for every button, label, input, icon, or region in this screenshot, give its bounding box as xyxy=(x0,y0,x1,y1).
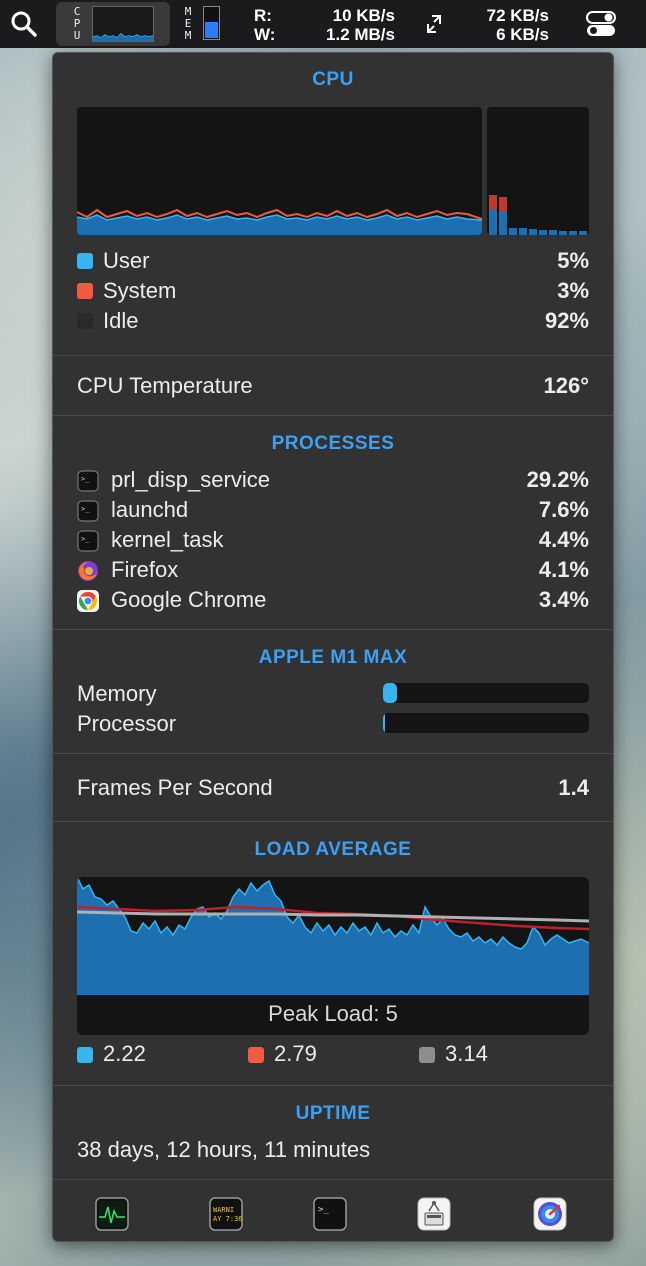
process-value: 4.1% xyxy=(538,557,589,582)
user-swatch xyxy=(77,253,93,269)
gpu-processor-bar xyxy=(383,713,589,733)
process-value: 4.4% xyxy=(538,527,589,552)
process-name[interactable]: Firefox xyxy=(111,557,178,583)
cpu-system-value: 3% xyxy=(557,278,589,303)
fps-value: 1.4 xyxy=(558,775,589,800)
cpu-idle-value: 92% xyxy=(544,308,589,333)
cpu-mini-graph xyxy=(92,6,154,42)
cpu-temperature-value: 126° xyxy=(543,373,589,398)
load-5min-swatch xyxy=(248,1047,264,1063)
terminal-icon: >_ xyxy=(77,500,99,522)
gpu-processor-fill xyxy=(383,713,386,733)
svg-text:>_: >_ xyxy=(81,505,90,513)
terminal-icon[interactable]: >_ xyxy=(313,1197,347,1231)
load-15min-swatch xyxy=(419,1047,435,1063)
uptime-value: 38 days, 12 hours, 11 minutes xyxy=(77,1137,371,1162)
load-1min-value: 2.22 xyxy=(103,1041,146,1066)
memory-fill xyxy=(205,22,218,38)
divider xyxy=(53,629,613,630)
gpu-processor-label: Processor xyxy=(77,711,177,736)
activity-monitor-icon[interactable] xyxy=(95,1197,129,1231)
gpu-memory-fill xyxy=(383,683,398,703)
idle-swatch xyxy=(77,313,93,329)
load-average-graph: Peak Load: 5 xyxy=(77,877,589,1035)
network-arrows-icon[interactable] xyxy=(426,14,442,34)
divider xyxy=(53,355,613,356)
control-center-icon[interactable] xyxy=(586,10,616,38)
cpu-user-label: User xyxy=(103,248,150,273)
cpu-user-value: 5% xyxy=(557,248,589,273)
divider xyxy=(53,753,613,754)
disk-utility-icon[interactable] xyxy=(533,1197,567,1231)
cpu-history-graph xyxy=(77,107,482,235)
uptime-section-title: UPTIME xyxy=(295,1103,371,1124)
istat-panel: CPU User 5% System 3% Idle 92% CPU Tempe… xyxy=(52,52,614,1242)
memory-menu-item[interactable] xyxy=(203,6,220,40)
disk-read-label: R: xyxy=(254,6,272,25)
svg-text:>_: >_ xyxy=(81,475,90,483)
process-name[interactable]: launchd xyxy=(111,497,188,523)
load-section-title: LOAD AVERAGE xyxy=(254,839,412,860)
cpu-vertical-label: CPU xyxy=(73,5,81,42)
divider xyxy=(53,1085,613,1086)
svg-text:>_: >_ xyxy=(81,535,90,543)
load-1min-swatch xyxy=(77,1047,93,1063)
gpu-section-title: APPLE M1 MAX xyxy=(258,647,408,668)
svg-text:WARNI: WARNI xyxy=(213,1206,234,1214)
divider xyxy=(53,821,613,822)
peak-load-label: Peak Load: 5 xyxy=(268,1001,398,1026)
process-name[interactable]: prl_disp_service xyxy=(111,467,270,493)
net-in-value: 72 KB/s xyxy=(486,6,549,25)
process-value: 3.4% xyxy=(538,587,589,612)
load-5min-value: 2.79 xyxy=(274,1041,317,1066)
chrome-icon xyxy=(77,590,99,612)
cpu-temperature-label: CPU Temperature xyxy=(77,373,253,398)
terminal-icon: >_ xyxy=(77,530,99,552)
disk-write-label: W: xyxy=(254,25,276,44)
gpu-memory-bar xyxy=(383,683,589,703)
console-icon[interactable]: WARNI AY 7:36 xyxy=(209,1197,243,1231)
cpu-core-bars xyxy=(487,107,589,235)
load-15min-value: 3.14 xyxy=(445,1041,488,1066)
net-out-value: 6 KB/s xyxy=(496,25,549,44)
system-information-icon[interactable] xyxy=(417,1197,451,1231)
divider xyxy=(53,1179,613,1180)
terminal-icon: >_ xyxy=(77,470,99,492)
cpu-idle-label: Idle xyxy=(103,308,139,333)
firefox-icon xyxy=(78,561,98,581)
divider xyxy=(53,415,613,416)
cpu-section-title: CPU xyxy=(312,69,354,90)
process-value: 7.6% xyxy=(538,497,589,522)
fps-label: Frames Per Second xyxy=(77,775,273,800)
mem-vertical-label: MEM xyxy=(184,5,192,42)
svg-text:>_: >_ xyxy=(318,1205,329,1215)
processes-section-title: PROCESSES xyxy=(271,433,395,454)
gpu-memory-label: Memory xyxy=(77,681,157,706)
cpu-system-label: System xyxy=(103,278,177,303)
svg-text:AY 7:36: AY 7:36 xyxy=(213,1215,243,1223)
process-name[interactable]: kernel_task xyxy=(111,527,224,553)
disk-read-value: 10 KB/s xyxy=(332,6,395,25)
menu-bar: CPU MEM R: W: 10 KB/s 1.2 MB/s 72 KB/s 6… xyxy=(0,0,646,48)
process-value: 29.2% xyxy=(526,467,589,492)
search-icon[interactable] xyxy=(10,10,38,38)
system-swatch xyxy=(77,283,93,299)
process-name[interactable]: Google Chrome xyxy=(111,587,266,613)
disk-write-value: 1.2 MB/s xyxy=(326,25,395,44)
